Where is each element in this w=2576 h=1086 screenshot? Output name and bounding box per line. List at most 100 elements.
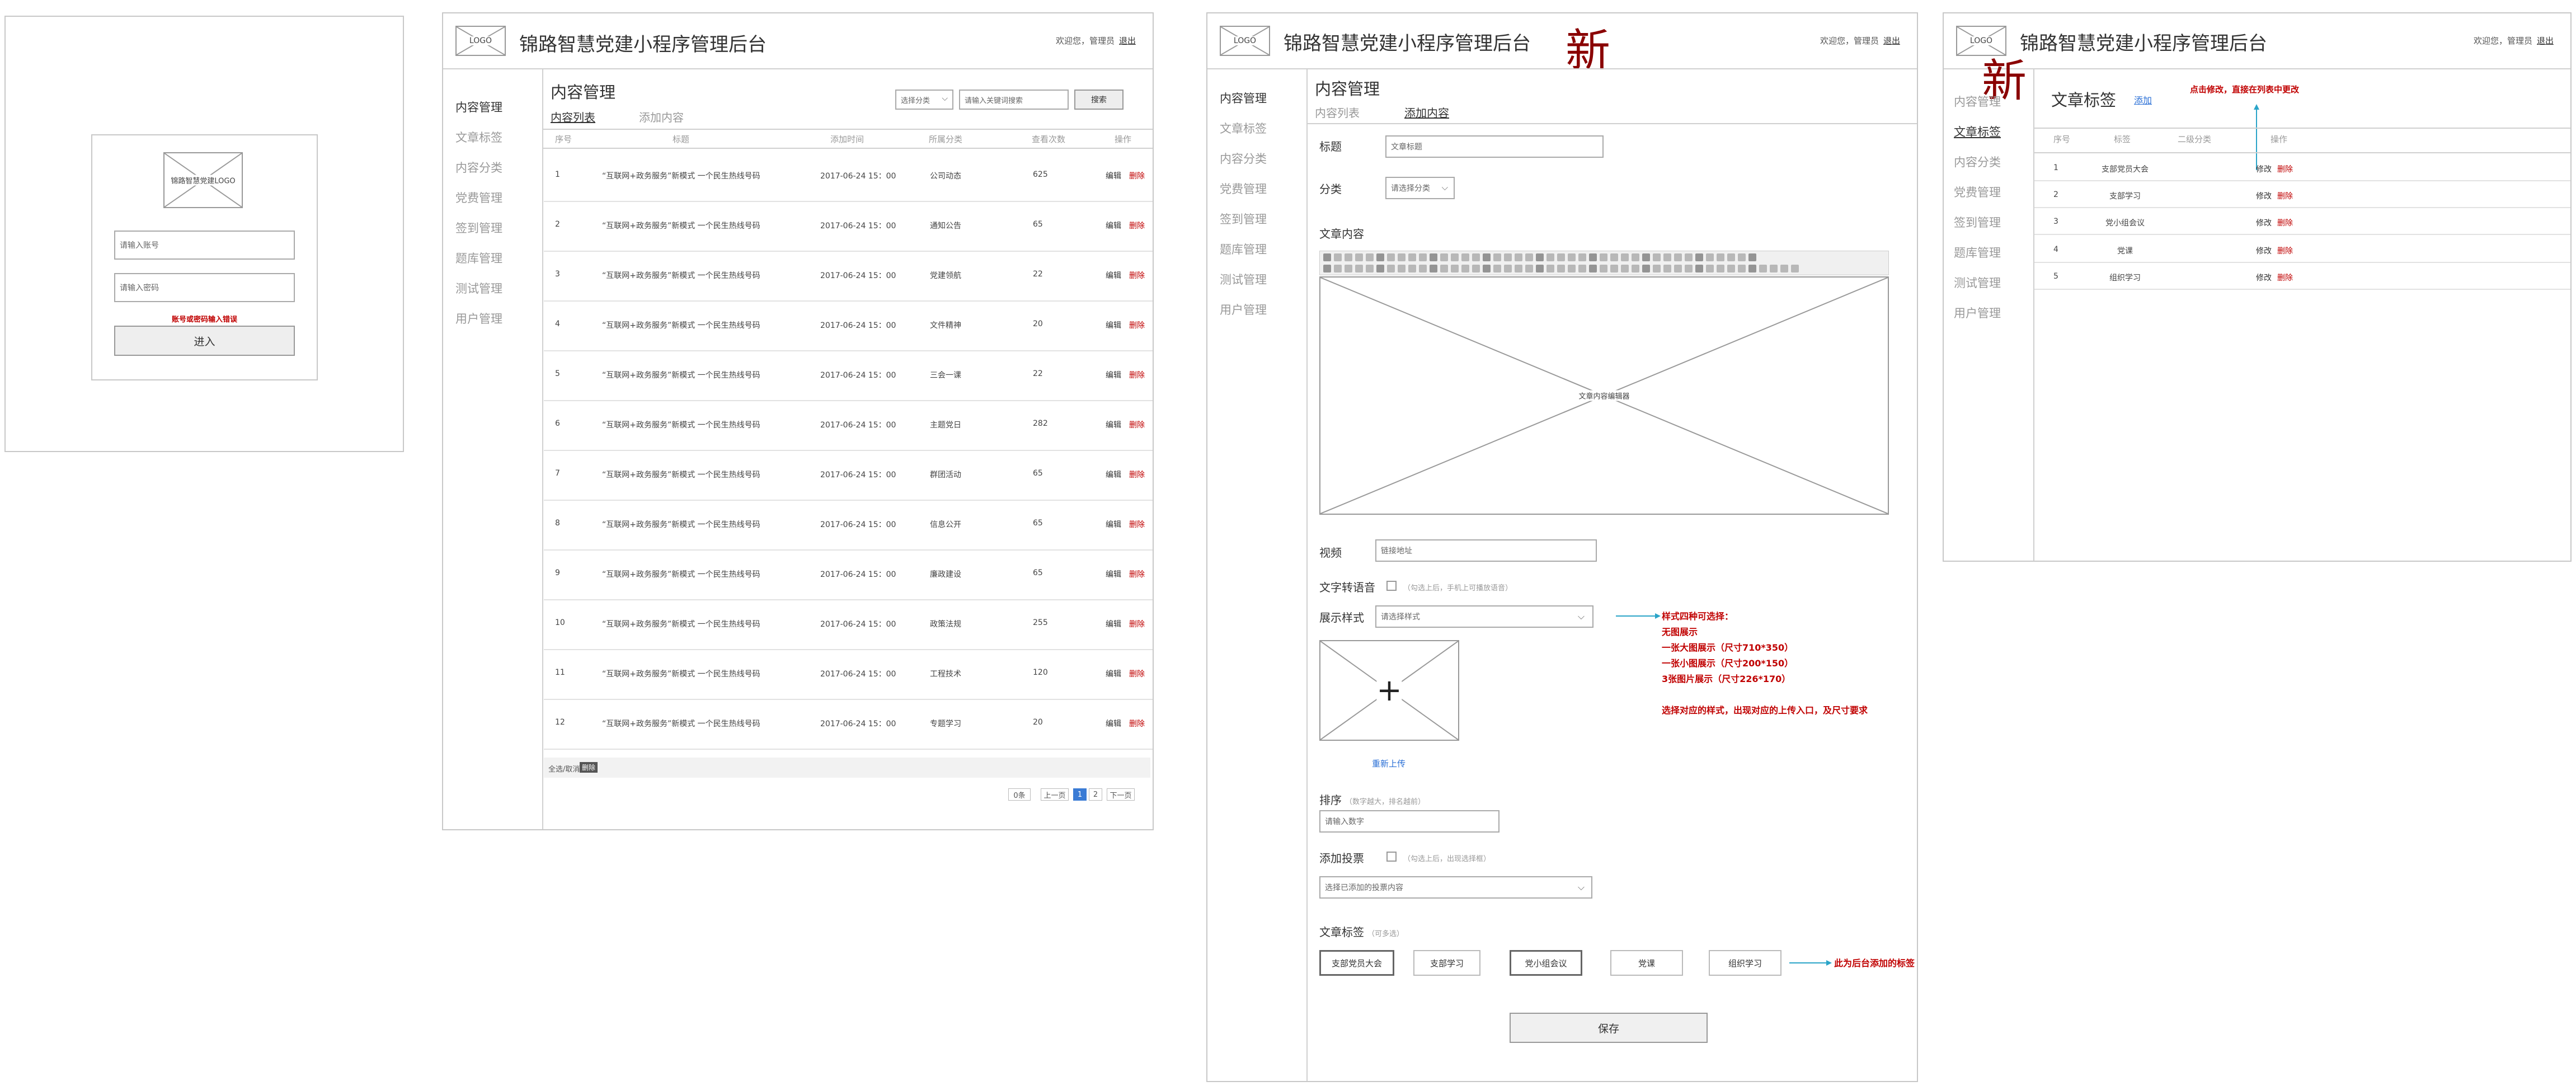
editor-tool-icon[interactable] xyxy=(1738,253,1746,261)
edit-link[interactable]: 编辑 xyxy=(1106,419,1121,430)
pager-page-2[interactable]: 2 xyxy=(1089,788,1102,801)
editor-tool-icon[interactable] xyxy=(1515,253,1522,261)
edit-link[interactable]: 编辑 xyxy=(1106,170,1121,181)
tab-add-content[interactable]: 添加内容 xyxy=(639,109,684,125)
editor-tool-icon[interactable] xyxy=(1345,265,1352,272)
tab-content-list[interactable]: 内容列表 xyxy=(551,109,595,125)
editor-tool-icon[interactable] xyxy=(1546,265,1554,272)
delete-link[interactable]: 删除 xyxy=(1129,220,1145,231)
editor-tool-icon[interactable] xyxy=(1759,265,1767,272)
editor-tool-icon[interactable] xyxy=(1653,253,1661,261)
editor-tool-icon[interactable] xyxy=(1685,253,1693,261)
modify-link[interactable]: 修改 xyxy=(2256,217,2272,228)
sidebar-item-tests[interactable]: 测试管理 xyxy=(1220,271,1267,288)
editor-tool-icon[interactable] xyxy=(1706,253,1714,261)
editor-tool-icon[interactable] xyxy=(1674,253,1682,261)
sidebar-item-fees[interactable]: 党费管理 xyxy=(1220,180,1267,197)
editor-tool-icon[interactable] xyxy=(1366,253,1374,261)
search-input[interactable]: 请输入关键词搜索 xyxy=(959,90,1069,110)
tag-chip-branch-study[interactable]: 支部学习 xyxy=(1413,950,1480,976)
editor-tool-icon[interactable] xyxy=(1345,253,1352,261)
edit-link[interactable]: 编辑 xyxy=(1106,270,1121,281)
delete-link[interactable]: 删除 xyxy=(1129,170,1145,181)
editor-tool-icon[interactable] xyxy=(1621,253,1629,261)
editor-tool-icon[interactable] xyxy=(1748,265,1756,272)
video-input[interactable]: 链接地址 xyxy=(1375,539,1597,562)
editor-tool-icon[interactable] xyxy=(1430,253,1437,261)
delete-link[interactable]: 删除 xyxy=(1129,519,1145,530)
editor-tool-icon[interactable] xyxy=(1387,265,1395,272)
sidebar-item-tests[interactable]: 测试管理 xyxy=(1954,274,2001,291)
pager-next[interactable]: 下一页 xyxy=(1107,788,1135,801)
image-upload-box[interactable]: + xyxy=(1319,640,1459,741)
sidebar-item-content[interactable]: 内容管理 xyxy=(455,98,502,115)
editor-tool-icon[interactable] xyxy=(1376,253,1384,261)
tag-chip-org-study[interactable]: 组织学习 xyxy=(1709,950,1781,976)
edit-link[interactable]: 编辑 xyxy=(1106,618,1121,629)
delete-link[interactable]: 删除 xyxy=(2277,245,2293,256)
sidebar-item-fees[interactable]: 党费管理 xyxy=(1954,184,2001,200)
edit-link[interactable]: 编辑 xyxy=(1106,469,1121,480)
editor-tool-icon[interactable] xyxy=(1546,253,1554,261)
delete-link[interactable]: 删除 xyxy=(1129,718,1145,729)
editor-tool-icon[interactable] xyxy=(1568,253,1576,261)
editor-tool-icon[interactable] xyxy=(1504,265,1512,272)
editor-tool-icon[interactable] xyxy=(1589,253,1597,261)
bulk-delete-button[interactable]: 删除 xyxy=(580,762,598,773)
editor-tool-icon[interactable] xyxy=(1334,253,1342,261)
sidebar-item-questions[interactable]: 题库管理 xyxy=(1954,244,2001,261)
logout-link[interactable]: 退出 xyxy=(1119,36,1136,46)
category-select[interactable]: 请选择分类 ⌵ xyxy=(1385,177,1455,199)
category-select[interactable]: 选择分类 ⌵ xyxy=(895,90,953,110)
title-input[interactable]: 文章标题 xyxy=(1385,135,1604,158)
sidebar-item-signin[interactable]: 签到管理 xyxy=(455,219,502,236)
editor-tool-icon[interactable] xyxy=(1366,265,1374,272)
edit-link[interactable]: 编辑 xyxy=(1106,369,1121,380)
logout-link[interactable]: 退出 xyxy=(1883,36,1900,46)
sidebar-item-category[interactable]: 内容分类 xyxy=(455,159,502,176)
delete-link[interactable]: 删除 xyxy=(2277,190,2293,201)
editor-tool-icon[interactable] xyxy=(1578,253,1586,261)
editor-tool-icon[interactable] xyxy=(1334,265,1342,272)
delete-link[interactable]: 删除 xyxy=(1129,668,1145,679)
tag-chip-group-meeting[interactable]: 党小组会议 xyxy=(1510,950,1582,976)
sidebar-item-signin[interactable]: 签到管理 xyxy=(1954,214,2001,231)
sidebar-item-questions[interactable]: 题库管理 xyxy=(1220,241,1267,257)
edit-link[interactable]: 编辑 xyxy=(1106,220,1121,231)
login-submit-button[interactable]: 进入 xyxy=(114,326,295,356)
editor-tool-icon[interactable] xyxy=(1600,253,1607,261)
delete-link[interactable]: 删除 xyxy=(2277,217,2293,228)
password-input[interactable]: 请输入密码 xyxy=(114,273,295,302)
tab-content-list[interactable]: 内容列表 xyxy=(1315,104,1360,120)
editor-tool-icon[interactable] xyxy=(1589,265,1597,272)
editor-tool-icon[interactable] xyxy=(1663,253,1671,261)
editor-tool-icon[interactable] xyxy=(1419,253,1427,261)
pager-page-1[interactable]: 1 xyxy=(1073,788,1087,801)
editor-tool-icon[interactable] xyxy=(1525,265,1533,272)
editor-tool-icon[interactable] xyxy=(1323,253,1331,261)
editor-tool-icon[interactable] xyxy=(1515,265,1522,272)
delete-link[interactable]: 删除 xyxy=(1129,369,1145,380)
editor-tool-icon[interactable] xyxy=(1461,265,1469,272)
editor-tool-icon[interactable] xyxy=(1642,265,1650,272)
editor-tool-icon[interactable] xyxy=(1483,265,1491,272)
editor-tool-icon[interactable] xyxy=(1440,253,1448,261)
editor-tool-icon[interactable] xyxy=(1727,253,1735,261)
sidebar-item-users[interactable]: 用户管理 xyxy=(1220,301,1267,318)
sort-input[interactable]: 请输入数字 xyxy=(1319,810,1499,833)
account-input[interactable]: 请输入账号 xyxy=(114,231,295,260)
delete-link[interactable]: 删除 xyxy=(1129,419,1145,430)
sidebar-item-content[interactable]: 内容管理 xyxy=(1954,93,2001,110)
sidebar-item-tests[interactable]: 测试管理 xyxy=(455,280,502,297)
editor-tool-icon[interactable] xyxy=(1461,253,1469,261)
editor-tool-icon[interactable] xyxy=(1695,265,1703,272)
editor-tool-icon[interactable] xyxy=(1568,265,1576,272)
editor-tool-icon[interactable] xyxy=(1632,265,1639,272)
editor-tool-icon[interactable] xyxy=(1451,253,1459,261)
sidebar-item-questions[interactable]: 题库管理 xyxy=(455,250,502,266)
sidebar-item-users[interactable]: 用户管理 xyxy=(1954,304,2001,321)
style-select[interactable]: 请选择样式 ⌵ xyxy=(1375,605,1593,628)
editor-tool-icon[interactable] xyxy=(1770,265,1778,272)
reupload-link[interactable]: 重新上传 xyxy=(1372,758,1405,769)
modify-link[interactable]: 修改 xyxy=(2256,245,2272,256)
